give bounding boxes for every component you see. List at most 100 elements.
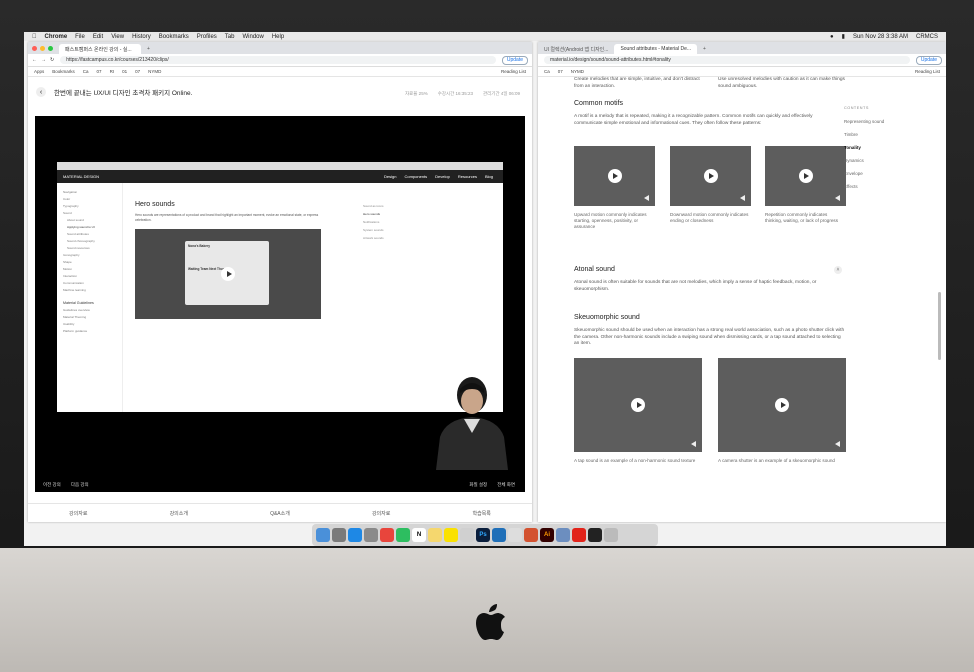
- collapse-icon[interactable]: ˄: [834, 266, 842, 274]
- right-tab-1[interactable]: UI 컬렉션(Android 앱 디자인...: [538, 44, 614, 54]
- play-icon[interactable]: [631, 398, 645, 412]
- powerpoint-icon[interactable]: [524, 528, 538, 542]
- toc-item-representing[interactable]: Representing sound: [844, 115, 884, 128]
- right-url-field[interactable]: material.io/design/sound/sound-attribute…: [544, 56, 910, 64]
- bookmark-reading-list[interactable]: Reading List: [501, 69, 526, 74]
- battery-icon[interactable]: ▮: [842, 33, 845, 40]
- menu-window[interactable]: Window: [242, 34, 263, 40]
- finder-icon[interactable]: [316, 528, 330, 542]
- bookmark-nymd[interactable]: NYMD: [571, 69, 584, 74]
- menu-bookmarks[interactable]: Bookmarks: [159, 34, 189, 40]
- stocks-icon[interactable]: [588, 528, 602, 542]
- play-icon[interactable]: [607, 169, 622, 183]
- vscode-icon[interactable]: [492, 528, 506, 542]
- menu-user[interactable]: CRMCS: [916, 34, 938, 40]
- toc-item-envelope[interactable]: Envelope: [844, 167, 884, 180]
- left-tab-new[interactable]: +: [141, 44, 213, 54]
- bookmark-07a[interactable]: 07: [97, 69, 102, 74]
- menu-clock[interactable]: Sun Nov 28 3:38 AM: [853, 34, 908, 40]
- left-url-field[interactable]: https://fastcampus.co.kr/courses/213420/…: [60, 56, 496, 64]
- bookmark-apps[interactable]: Apps: [34, 69, 44, 74]
- acrobat-icon[interactable]: [572, 528, 586, 542]
- inner-nav-develop: Develop: [435, 174, 450, 179]
- menu-bar:  Chrome File Edit View History Bookmark…: [24, 32, 946, 41]
- inner-side-item: Sound: [63, 211, 72, 215]
- skeuo-caption-shutter: A camera shutter is an example of a skeu…: [718, 458, 835, 463]
- scrollbar[interactable]: [938, 292, 941, 360]
- left-tab-active[interactable]: 패스트캠퍼스 온라인 강의 - 실...: [59, 44, 141, 54]
- settings-icon[interactable]: [364, 528, 378, 542]
- notion-icon[interactable]: N: [412, 528, 426, 542]
- next-lecture-button[interactable]: 다음 강의: [71, 482, 89, 488]
- menu-edit[interactable]: Edit: [93, 34, 103, 40]
- motif-video-up[interactable]: [574, 146, 655, 206]
- menu-history[interactable]: History: [132, 34, 151, 40]
- skeuo-video-shutter[interactable]: [718, 358, 846, 452]
- menu-view[interactable]: View: [111, 34, 124, 40]
- left-update-button[interactable]: Update: [501, 55, 528, 65]
- play-icon[interactable]: [703, 169, 718, 183]
- bottom-tab-1[interactable]: 강의자료: [69, 510, 87, 517]
- menu-file[interactable]: File: [75, 34, 85, 40]
- fullscreen-button[interactable]: 전체 화면: [497, 482, 515, 488]
- menu-profiles[interactable]: Profiles: [197, 34, 217, 40]
- right-tab-2[interactable]: Sound attributes - Material De...: [614, 44, 698, 54]
- menu-app-name[interactable]: Chrome: [45, 34, 68, 40]
- play-icon[interactable]: [798, 169, 813, 183]
- bookmark-ca[interactable]: Ca: [544, 69, 550, 74]
- bottom-tab-2[interactable]: 강의소개: [170, 510, 188, 517]
- close-window-button[interactable]: [32, 45, 37, 51]
- bookmark-nymd[interactable]: NYMD: [148, 69, 161, 74]
- reload-icon[interactable]: ↻: [50, 57, 54, 63]
- bottom-tab-4[interactable]: 강의자료: [372, 510, 390, 517]
- toc-item-timbre[interactable]: Timbre: [844, 128, 884, 141]
- bookmark-ca[interactable]: Ca: [83, 69, 89, 74]
- bookmark-reading-list[interactable]: Reading List: [915, 69, 940, 74]
- inner-side-item: Navigation: [63, 190, 78, 194]
- skeuo-video-tap[interactable]: [574, 358, 702, 452]
- bookmark-bookmarks[interactable]: Bookmarks: [52, 69, 75, 74]
- preview-icon[interactable]: [556, 528, 570, 542]
- forward-icon[interactable]: →: [41, 57, 46, 63]
- toc-item-tonality[interactable]: Tonality: [844, 141, 884, 154]
- prev-lecture-button[interactable]: 이전 강의: [43, 482, 61, 488]
- motifs-title: Common motifs: [574, 100, 624, 107]
- bookmark-07a[interactable]: 07: [558, 69, 563, 74]
- back-icon[interactable]: ←: [32, 57, 37, 63]
- play-icon[interactable]: [775, 398, 789, 412]
- vlc-icon[interactable]: [508, 528, 522, 542]
- apple-menu-icon[interactable]: : [32, 34, 37, 40]
- bottom-tab-5[interactable]: 학습목록: [472, 510, 490, 517]
- right-tab-new[interactable]: +: [697, 44, 769, 54]
- bottom-tab-3[interactable]: Q&A소개: [270, 510, 290, 517]
- quality-button[interactable]: 화질 설정: [469, 482, 487, 488]
- inner-side-item: Communication: [63, 281, 84, 285]
- notes-icon[interactable]: [428, 528, 442, 542]
- zoom-window-button[interactable]: [48, 45, 53, 51]
- wifi-icon[interactable]: ●: [830, 34, 834, 40]
- trash-icon[interactable]: [604, 528, 618, 542]
- files-icon[interactable]: [460, 528, 474, 542]
- menu-tab[interactable]: Tab: [225, 34, 235, 40]
- right-update-button[interactable]: Update: [915, 55, 942, 65]
- kakaotalk-icon[interactable]: [444, 528, 458, 542]
- toc-item-effects[interactable]: Effects: [844, 180, 884, 193]
- illustrator-icon[interactable]: Ai: [540, 528, 554, 542]
- motif-video-repeat[interactable]: [765, 146, 846, 206]
- chrome-icon[interactable]: [380, 528, 394, 542]
- photoshop-icon[interactable]: Ps: [476, 528, 490, 542]
- bookmark-07b[interactable]: 07: [135, 69, 140, 74]
- course-progress: 자료율 25%: [405, 91, 428, 96]
- left-bookmarks-bar: Apps Bookmarks Ca 07 RI 01 07 NYMD Readi…: [28, 67, 532, 77]
- evernote-icon[interactable]: [396, 528, 410, 542]
- bookmark-01[interactable]: 01: [122, 69, 127, 74]
- launchpad-icon[interactable]: [332, 528, 346, 542]
- motif-video-down[interactable]: [670, 146, 751, 206]
- bookmark-ri[interactable]: RI: [110, 69, 115, 74]
- course-back-icon[interactable]: ‹: [36, 87, 46, 97]
- motif-caption-up: Upward motion commonly indicates startin…: [574, 212, 647, 230]
- minimize-window-button[interactable]: [40, 45, 45, 51]
- app-store-icon[interactable]: [348, 528, 362, 542]
- toc-item-dynamics[interactable]: Dynamics: [844, 154, 884, 167]
- menu-help[interactable]: Help: [272, 34, 284, 40]
